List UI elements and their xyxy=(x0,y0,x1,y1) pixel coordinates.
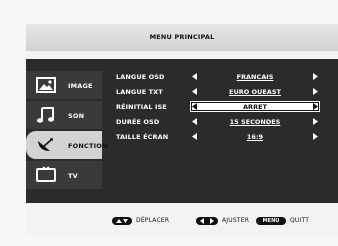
tab-label: IMAGE xyxy=(68,82,93,90)
arrow-right-icon[interactable] xyxy=(312,103,318,110)
tab-son[interactable]: SON xyxy=(26,101,102,129)
setting-row-langue-txt[interactable]: LANGUE TXT EURO OUEAST xyxy=(116,86,338,98)
arrow-right-icon[interactable] xyxy=(312,88,318,95)
tv-screen: MENU PRINCIPAL IMAGE SON FONCTION TV LAN… xyxy=(0,0,338,246)
setting-value: FRANCAIS xyxy=(236,73,274,81)
tab-fonction[interactable]: FONCTION xyxy=(26,131,107,159)
settings-panel: LANGUE OSD FRANCAIS LANGUE TXT EURO OUEA… xyxy=(116,67,338,197)
tv-icon xyxy=(36,166,56,182)
menu-key: MENU xyxy=(256,217,286,225)
osd-menu: MENU PRINCIPAL IMAGE SON FONCTION TV LAN… xyxy=(26,24,338,236)
left-right-arrows-icon xyxy=(200,218,214,224)
up-down-arrows-icon xyxy=(116,219,128,223)
left-right-key xyxy=(196,217,218,225)
menu-title: MENU PRINCIPAL xyxy=(149,33,215,41)
setting-label: RÉINITIAL ISE xyxy=(116,103,167,111)
music-note-icon xyxy=(37,107,54,123)
setting-selector[interactable]: 16:9 xyxy=(190,131,320,142)
setting-row-taille-ecran[interactable]: TAILLE ÉCRAN 16:9 xyxy=(116,131,338,143)
setting-label: LANGUE TXT xyxy=(116,88,163,96)
setting-label: LANGUE OSD xyxy=(116,73,165,81)
menu-title-bar: MENU PRINCIPAL xyxy=(26,24,338,51)
tab-tv[interactable]: TV xyxy=(26,161,102,189)
setting-selector[interactable]: EURO OUEAST xyxy=(190,86,320,97)
satellite-dish-icon xyxy=(38,138,53,151)
up-down-key xyxy=(112,217,132,225)
setting-label: DURÉE OSD xyxy=(116,118,160,126)
arrow-left-icon[interactable] xyxy=(192,88,198,95)
setting-row-reinitialise[interactable]: RÉINITIAL ISE ARRET xyxy=(116,101,338,113)
hint-deplacer: DÉPLACER xyxy=(136,217,170,224)
hint-quit: QUITT xyxy=(290,217,310,224)
tab-label: TV xyxy=(68,172,78,180)
arrow-left-icon[interactable] xyxy=(192,73,198,80)
tab-image[interactable]: IMAGE xyxy=(26,71,102,99)
setting-selector[interactable]: 15 SECONDES xyxy=(190,116,320,127)
tab-label: FONCTION xyxy=(68,142,108,150)
setting-label: TAILLE ÉCRAN xyxy=(116,133,169,141)
setting-value: EURO OUEAST xyxy=(229,88,281,96)
footer-hints: DÉPLACER AJUSTER MENU QUITT xyxy=(26,210,338,234)
arrow-right-icon[interactable] xyxy=(312,133,318,140)
setting-selector[interactable]: FRANCAIS xyxy=(190,71,320,82)
setting-row-langue-osd[interactable]: LANGUE OSD FRANCAIS xyxy=(116,71,338,83)
setting-value: ARRET xyxy=(243,103,267,111)
arrow-left-icon[interactable] xyxy=(192,103,198,110)
tab-label: SON xyxy=(68,112,85,120)
setting-value: 15 SECONDES xyxy=(229,118,281,126)
tab-list: IMAGE SON FONCTION TV xyxy=(26,71,107,189)
arrow-right-icon[interactable] xyxy=(312,73,318,80)
setting-selector[interactable]: ARRET xyxy=(190,101,320,112)
arrow-right-icon[interactable] xyxy=(312,118,318,125)
arrow-left-icon[interactable] xyxy=(192,118,198,125)
menu-body: IMAGE SON FONCTION TV LANGUE OSD FRANCAI… xyxy=(26,59,338,203)
menu-key-label: MENU xyxy=(262,218,280,224)
setting-value: 16:9 xyxy=(246,133,264,141)
picture-icon xyxy=(36,77,56,93)
setting-row-duree-osd[interactable]: DURÉE OSD 15 SECONDES xyxy=(116,116,338,128)
hint-ajuster: AJUSTER xyxy=(222,217,250,224)
arrow-left-icon[interactable] xyxy=(192,133,198,140)
